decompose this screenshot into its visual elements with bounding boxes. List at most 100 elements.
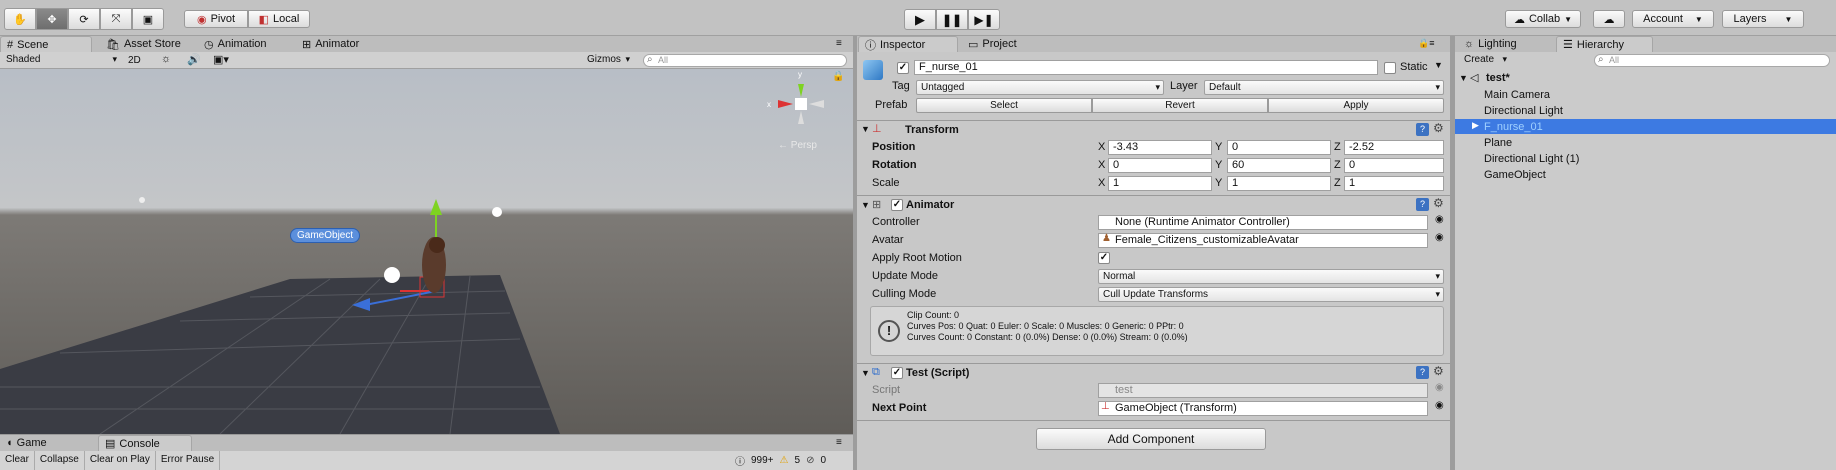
- help-icon[interactable]: ?: [1416, 366, 1429, 379]
- position-x-field[interactable]: -3.43: [1108, 140, 1212, 155]
- console-clear-on-play-button[interactable]: Clear on Play: [85, 451, 156, 470]
- tab-console[interactable]: ▤ Console: [98, 435, 192, 451]
- position-z-label[interactable]: Z: [1334, 141, 1341, 153]
- layers-dropdown[interactable]: Layers ▼: [1722, 10, 1804, 28]
- rotation-z-field[interactable]: 0: [1344, 158, 1444, 173]
- create-dropdown[interactable]: Create: [1460, 53, 1510, 68]
- position-y-label[interactable]: Y: [1215, 141, 1222, 153]
- next-point-field[interactable]: GameObject (Transform): [1098, 401, 1428, 416]
- controller-field[interactable]: None (Runtime Animator Controller): [1098, 215, 1428, 230]
- scale-tool-icon[interactable]: ⤧: [100, 8, 132, 30]
- scale-z-label[interactable]: Z: [1334, 177, 1341, 189]
- shading-mode-dropdown[interactable]: Shaded: [2, 53, 120, 68]
- position-z-field[interactable]: -2.52: [1344, 140, 1444, 155]
- add-component-button[interactable]: Add Component: [1036, 428, 1266, 450]
- active-checkbox[interactable]: ✓: [897, 62, 909, 74]
- persp-label[interactable]: ← Persp: [778, 140, 817, 151]
- hierarchy-item[interactable]: GameObject: [1484, 169, 1546, 181]
- tag-dropdown[interactable]: Untagged: [916, 80, 1164, 95]
- prefab-apply-button[interactable]: Apply: [1268, 98, 1444, 113]
- error-icon[interactable]: ⊘: [806, 455, 814, 466]
- prefab-select-button[interactable]: Select: [916, 98, 1092, 113]
- hand-tool-icon[interactable]: ✋: [4, 8, 36, 30]
- object-picker-icon[interactable]: ◉: [1435, 232, 1444, 243]
- culling-mode-dropdown[interactable]: Cull Update Transforms: [1098, 287, 1444, 302]
- scene-root-item[interactable]: test*: [1486, 72, 1510, 84]
- scene-search-input[interactable]: All: [643, 54, 847, 67]
- object-picker-icon[interactable]: ◉: [1435, 400, 1444, 411]
- hierarchy-item[interactable]: Main Camera: [1484, 89, 1550, 101]
- scene-viewport[interactable]: GameObject ← Persp y x 🔒: [0, 69, 853, 434]
- static-dropdown-icon[interactable]: ▼: [1434, 60, 1443, 70]
- position-x-label[interactable]: X: [1098, 141, 1105, 153]
- effects-toggle-icon[interactable]: ▣▾: [213, 53, 229, 66]
- rotation-x-field[interactable]: 0: [1108, 158, 1212, 173]
- scale-z-field[interactable]: 1: [1344, 176, 1444, 191]
- scene-foldout-icon[interactable]: ▼: [1459, 73, 1468, 83]
- rotation-y-field[interactable]: 60: [1227, 158, 1331, 173]
- pause-button[interactable]: ❚❚: [936, 9, 968, 30]
- object-name-input[interactable]: F_nurse_01: [914, 60, 1378, 75]
- tab-lighting[interactable]: ☼ Lighting: [1458, 36, 1523, 52]
- lighting-toggle-icon[interactable]: ☼: [161, 53, 171, 65]
- tab-project[interactable]: ▭ Project: [962, 36, 1023, 52]
- gear-icon[interactable]: ⚙: [1433, 121, 1444, 135]
- layer-dropdown[interactable]: Default: [1204, 80, 1444, 95]
- object-picker-icon[interactable]: ◉: [1435, 214, 1444, 225]
- rotation-y-label[interactable]: Y: [1215, 159, 1222, 171]
- tab-hierarchy[interactable]: ☰ Hierarchy: [1556, 36, 1653, 52]
- gear-icon[interactable]: ⚙: [1433, 364, 1444, 378]
- expand-arrow-icon[interactable]: ▶: [1472, 120, 1479, 131]
- animator-foldout-icon[interactable]: ▼: [861, 200, 870, 210]
- rect-tool-icon[interactable]: ▣: [132, 8, 164, 30]
- cloud-button[interactable]: ☁: [1593, 10, 1625, 28]
- tab-inspector[interactable]: ⓘ Inspector: [858, 36, 958, 52]
- panel-menu-icon[interactable]: ≡: [836, 38, 842, 49]
- local-button[interactable]: ◧ Local: [248, 10, 310, 28]
- account-dropdown[interactable]: Account ▼: [1632, 10, 1714, 28]
- hierarchy-item-selected[interactable]: F_nurse_01: [1484, 121, 1543, 133]
- hierarchy-search-input[interactable]: All: [1594, 54, 1830, 67]
- script-enabled-checkbox[interactable]: ✓: [891, 367, 903, 379]
- pivot-button[interactable]: ◉ Pivot: [184, 10, 248, 28]
- info-icon[interactable]: ⓘ: [735, 453, 745, 468]
- apply-root-motion-checkbox[interactable]: ✓: [1098, 252, 1110, 264]
- gear-icon[interactable]: ⚙: [1433, 196, 1444, 210]
- tab-asset-store[interactable]: 🛍 Asset Store: [100, 36, 187, 52]
- static-checkbox[interactable]: [1384, 62, 1396, 74]
- position-y-field[interactable]: 0: [1227, 140, 1331, 155]
- console-clear-button[interactable]: Clear: [0, 451, 35, 470]
- step-button[interactable]: ▶❚: [968, 9, 1000, 30]
- rotate-tool-icon[interactable]: ⟳: [68, 8, 100, 30]
- console-error-pause-button[interactable]: Error Pause: [156, 451, 221, 470]
- hierarchy-item[interactable]: Directional Light (1): [1484, 153, 1579, 165]
- help-icon[interactable]: ?: [1416, 198, 1429, 211]
- hierarchy-item[interactable]: Directional Light: [1484, 105, 1563, 117]
- bottom-panel-menu-icon[interactable]: ≡: [836, 437, 842, 448]
- tab-animation[interactable]: ◷ Animation: [198, 36, 273, 52]
- tab-scene[interactable]: # Scene: [0, 36, 92, 52]
- rotation-x-label[interactable]: X: [1098, 159, 1105, 171]
- collab-dropdown[interactable]: ☁ Collab ▼: [1505, 10, 1581, 28]
- audio-toggle-icon[interactable]: 🔊: [187, 53, 201, 66]
- orientation-gizmo[interactable]: y x: [766, 69, 836, 139]
- warning-icon[interactable]: ⚠: [780, 455, 789, 466]
- mode-2d-button[interactable]: 2D: [128, 55, 141, 66]
- help-icon[interactable]: ?: [1416, 123, 1429, 136]
- avatar-field[interactable]: Female_Citizens_customizableAvatar: [1098, 233, 1428, 248]
- animator-enabled-checkbox[interactable]: ✓: [891, 199, 903, 211]
- selected-object-label[interactable]: GameObject: [290, 228, 361, 243]
- tab-game[interactable]: ◖ Game: [0, 435, 53, 451]
- lock-icon[interactable]: 🔒: [832, 71, 844, 82]
- script-foldout-icon[interactable]: ▼: [861, 368, 870, 378]
- move-tool-icon[interactable]: ✥: [36, 8, 68, 30]
- inspector-lock-icon[interactable]: 🔒≡: [1418, 38, 1434, 49]
- rotation-z-label[interactable]: Z: [1334, 159, 1341, 171]
- tab-animator[interactable]: ⊞ Animator: [296, 36, 365, 52]
- prefab-revert-button[interactable]: Revert: [1092, 98, 1268, 113]
- update-mode-dropdown[interactable]: Normal: [1098, 269, 1444, 284]
- scale-y-field[interactable]: 1: [1227, 176, 1331, 191]
- hierarchy-item[interactable]: Plane: [1484, 137, 1512, 149]
- scale-x-field[interactable]: 1: [1108, 176, 1212, 191]
- play-button[interactable]: ▶: [904, 9, 936, 30]
